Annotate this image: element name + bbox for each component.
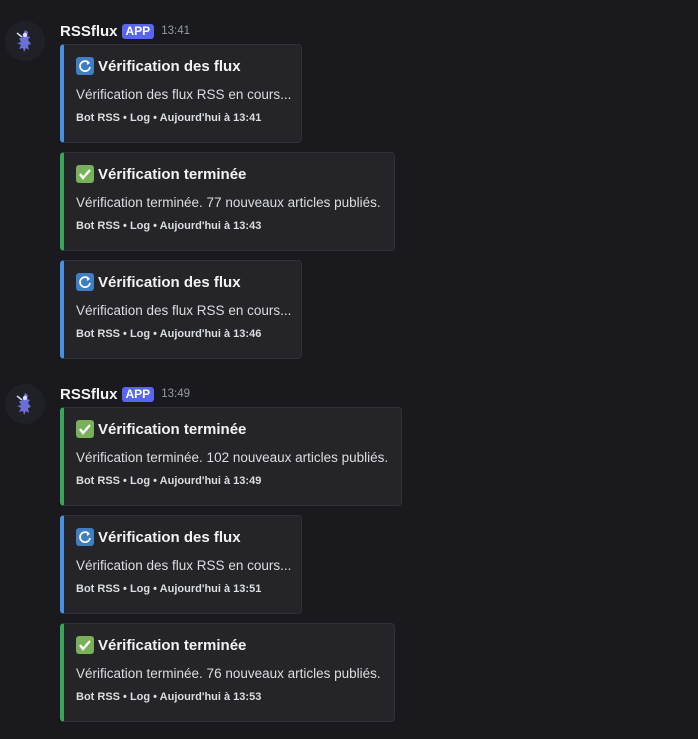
embed-description: Vérification terminée. 77 nouveaux artic… [76, 195, 381, 210]
embed-description: Vérification des flux RSS en cours... [76, 558, 292, 573]
embed-title: Vérification des flux [98, 273, 241, 291]
message-header: RSSflux APP 13:49 [60, 384, 190, 404]
embed-card: Vérification terminée Vérification termi… [60, 623, 395, 722]
embed-description: Vérification des flux RSS en cours... [76, 87, 292, 102]
embed-description: Vérification des flux RSS en cours... [76, 303, 292, 318]
embed-description: Vérification terminée. 76 nouveaux artic… [76, 666, 381, 681]
ninja-avatar-icon [5, 21, 45, 61]
embed-footer: Bot RSS • Log • Aujourd'hui à 13:51 [76, 583, 262, 595]
embed-card: Vérification des flux Vérification des f… [60, 515, 302, 614]
embed-title: Vérification des flux [98, 57, 241, 75]
embed-title: Vérification terminée [98, 636, 247, 654]
embed-card: Vérification des flux Vérification des f… [60, 44, 302, 143]
embed-footer: Bot RSS • Log • Aujourd'hui à 13:41 [76, 112, 262, 124]
embed-title: Vérification des flux [98, 528, 241, 546]
avatar[interactable] [5, 21, 45, 61]
username[interactable]: RSSflux [60, 386, 118, 403]
embed-description: Vérification terminée. 102 nouveaux arti… [76, 450, 389, 465]
refresh-icon [76, 528, 94, 546]
check-icon [76, 420, 94, 438]
embed-footer: Bot RSS • Log • Aujourd'hui à 13:46 [76, 328, 262, 340]
app-badge: APP [121, 23, 155, 39]
embed-title: Vérification terminée [98, 165, 247, 183]
embed-card: Vérification terminée Vérification termi… [60, 152, 395, 251]
check-icon [76, 165, 94, 183]
check-icon [76, 636, 94, 654]
message-timestamp[interactable]: 13:41 [161, 25, 190, 37]
embed-card: Vérification des flux Vérification des f… [60, 260, 302, 359]
embed-footer: Bot RSS • Log • Aujourd'hui à 13:53 [76, 691, 262, 703]
refresh-icon [76, 273, 94, 291]
username[interactable]: RSSflux [60, 23, 118, 40]
embed-footer: Bot RSS • Log • Aujourd'hui à 13:43 [76, 220, 262, 232]
embed-footer: Bot RSS • Log • Aujourd'hui à 13:49 [76, 475, 262, 487]
avatar[interactable] [5, 384, 45, 424]
refresh-icon [76, 57, 94, 75]
ninja-avatar-icon [5, 384, 45, 424]
app-badge: APP [121, 386, 155, 402]
message-header: RSSflux APP 13:41 [60, 21, 190, 41]
embed-title: Vérification terminée [98, 420, 247, 438]
message-timestamp[interactable]: 13:49 [161, 388, 190, 400]
embed-card: Vérification terminée Vérification termi… [60, 407, 402, 506]
